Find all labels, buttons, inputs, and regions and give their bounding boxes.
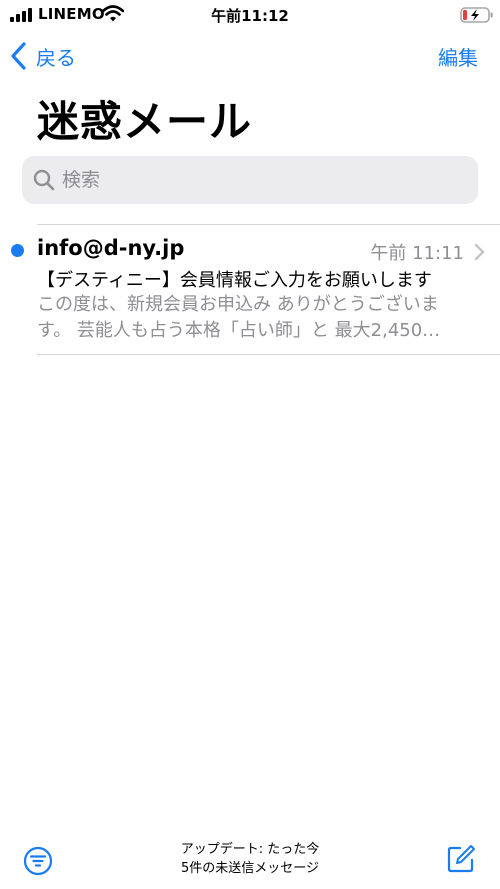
edit-button[interactable]: 編集 xyxy=(438,42,478,71)
chevron-right-icon xyxy=(474,243,485,261)
status-time: 午前11:12 xyxy=(211,7,289,25)
message-subject: 【デスティニー】会員情報ご入力をお願いします xyxy=(37,270,432,291)
update-status-line: アップデート: たった今 xyxy=(180,842,320,857)
back-chevron-icon xyxy=(11,42,26,70)
update-status: アップデート: たった今 5件の未送信メッセージ xyxy=(0,840,500,878)
search-input[interactable] xyxy=(62,156,462,204)
battery-icon xyxy=(460,7,493,23)
search-bar[interactable] xyxy=(22,156,478,204)
page-title: 迷惑メール xyxy=(37,97,253,146)
message-time: 午前 11:11 xyxy=(370,243,464,264)
list-divider-bottom xyxy=(37,354,500,355)
message-preview: この度は、新規会員お申込み ありがとうございます。 芸能人も占う本格「占い師」と… xyxy=(37,294,441,341)
bottom-toolbar: アップデート: たった今 5件の未送信メッセージ xyxy=(0,830,500,889)
back-button[interactable]: 戻る xyxy=(10,40,76,72)
message-row[interactable]: info@d-ny.jp 午前 11:11 【デスティニー】会員情報ご入力をお願… xyxy=(0,225,500,354)
back-label: 戻る xyxy=(36,45,76,70)
message-sender: info@d-ny.jp xyxy=(37,236,185,260)
unsent-status-line: 5件の未送信メッセージ xyxy=(180,861,319,876)
compose-icon[interactable] xyxy=(446,844,476,874)
search-icon xyxy=(33,169,55,191)
unread-indicator xyxy=(11,244,24,257)
status-bar: LINEMO 午前11:12 xyxy=(0,0,500,30)
